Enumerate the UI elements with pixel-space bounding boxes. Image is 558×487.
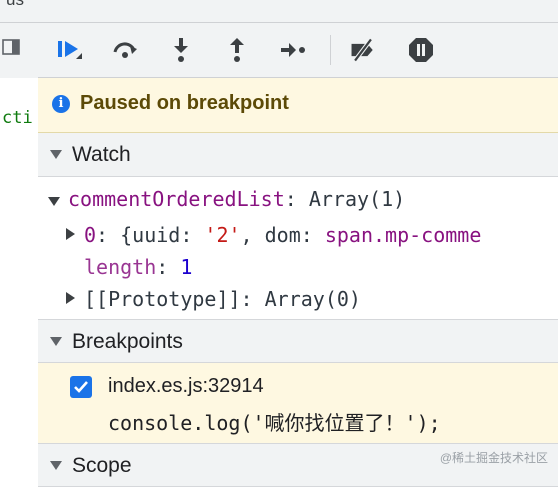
scope-title: Scope	[72, 454, 132, 477]
step-into-icon[interactable]	[166, 35, 196, 65]
paused-message: Paused on breakpoint	[80, 92, 289, 114]
watch-prototype[interactable]: [[Prototype]]: Array(0)	[84, 287, 361, 311]
watermark: @稀土掘金技术社区	[439, 451, 548, 465]
breakpoint-item[interactable]: index.es.js:32914 console.log('喊你找位置了！')…	[38, 363, 558, 443]
expand-expression-icon[interactable]	[48, 197, 60, 206]
paused-banner: i Paused on breakpoint	[38, 78, 558, 133]
chevron-down-icon	[50, 461, 62, 470]
checkmark-icon	[74, 381, 88, 393]
breakpoint-code: console.log('喊你找位置了！');	[108, 411, 441, 435]
pause-on-exceptions-icon[interactable]	[406, 35, 436, 65]
watch-item-0[interactable]: 0: {uuid: '2', dom: span.mp-comme	[84, 223, 481, 247]
resume-icon[interactable]	[54, 35, 84, 65]
step-over-icon[interactable]	[110, 35, 140, 65]
expand-item-icon[interactable]	[66, 228, 75, 240]
code-fragment: cti	[2, 108, 33, 128]
watch-title: Watch	[72, 143, 131, 166]
expand-prototype-icon[interactable]	[66, 292, 75, 304]
chevron-down-icon	[50, 337, 62, 346]
left-tab-label: us	[6, 0, 24, 10]
step-icon[interactable]	[278, 35, 308, 65]
watch-section-header[interactable]: Watch	[38, 133, 558, 177]
watch-length: length: 1	[84, 255, 193, 279]
panel-top-strip	[38, 0, 558, 22]
toolbar-divider	[330, 35, 331, 65]
toggle-navigator-icon[interactable]	[2, 38, 20, 56]
code-editor[interactable]	[0, 78, 38, 478]
step-out-icon[interactable]	[222, 35, 252, 65]
editor-pane: us cti	[0, 0, 39, 478]
breakpoint-checkbox[interactable]	[70, 376, 92, 398]
left-divider	[0, 22, 38, 23]
breakpoints-section-header[interactable]: Breakpoints	[38, 319, 558, 363]
chevron-down-icon	[50, 150, 62, 159]
info-icon: i	[52, 95, 70, 113]
deactivate-breakpoints-icon[interactable]	[348, 35, 378, 65]
debugger-sidebar: i Paused on breakpoint Watch commentOrde…	[38, 0, 558, 487]
left-tab-strip: us	[0, 0, 38, 22]
debugger-toolbar	[38, 22, 558, 78]
watch-expression[interactable]: commentOrderedList: Array(1)	[68, 187, 405, 211]
breakpoint-location: index.es.js:32914	[108, 375, 264, 397]
breakpoints-title: Breakpoints	[72, 330, 183, 353]
